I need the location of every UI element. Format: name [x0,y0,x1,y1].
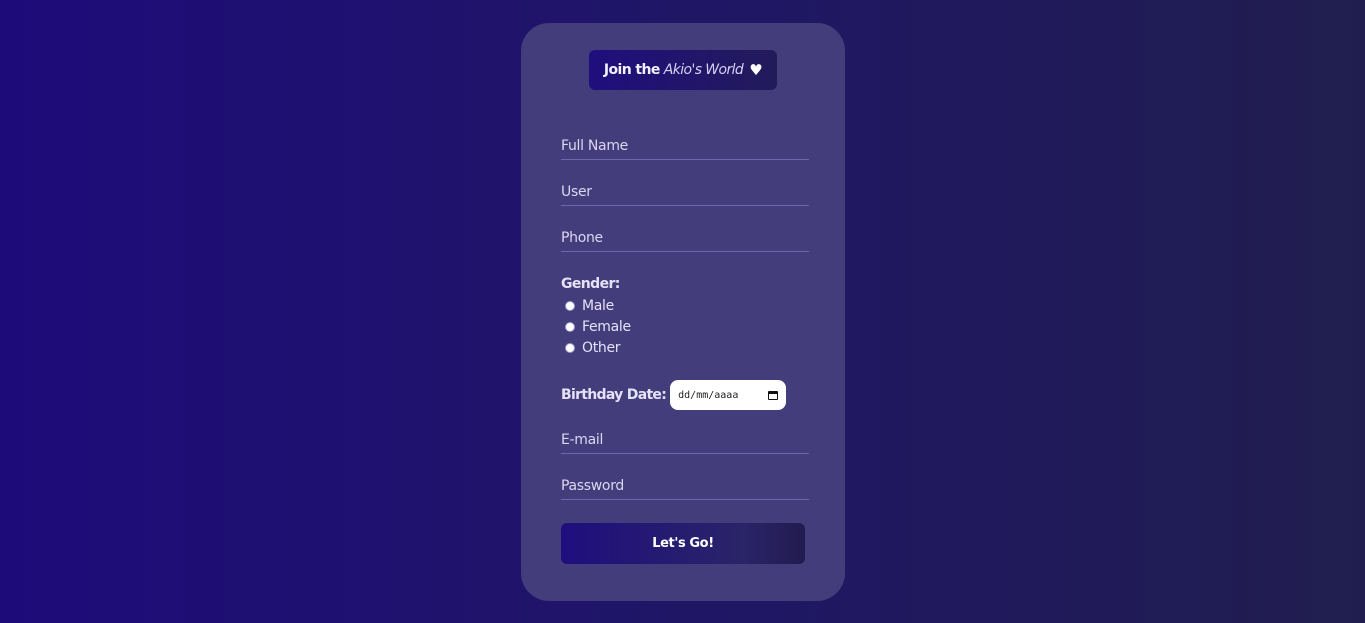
signup-card: Join the Akio's World ♥ Gender: Male Fem… [521,23,845,601]
full-name-field [561,135,809,160]
password-field [561,475,809,500]
submit-button[interactable]: Let's Go! [561,523,805,564]
gender-option-other[interactable]: Other [565,340,621,356]
phone-input[interactable] [561,227,809,249]
email-input[interactable] [561,429,809,451]
heart-icon: ♥ [749,61,763,79]
title-bold-text: Join the [603,62,660,78]
gender-option-female[interactable]: Female [565,319,631,335]
birthday-row: Birthday Date: dd/mm/aaaa [561,380,787,410]
user-input[interactable] [561,181,809,203]
gender-option-label: Other [582,340,621,356]
radio-female[interactable] [565,322,575,332]
title-italic-text: Akio's World [663,62,744,78]
email-field [561,429,809,454]
radio-male[interactable] [565,301,575,311]
gender-option-label: Female [582,319,631,335]
gender-option-label: Male [582,298,614,314]
gender-option-male[interactable]: Male [565,298,614,314]
birthday-date-input[interactable]: dd/mm/aaaa [670,380,787,410]
gender-label: Gender: [561,276,620,292]
page-title: Join the Akio's World ♥ [589,50,777,90]
calendar-icon[interactable] [768,390,779,400]
user-field [561,181,809,206]
radio-other[interactable] [565,343,575,353]
date-placeholder: dd/mm/aaaa [678,389,739,401]
password-input[interactable] [561,475,809,497]
birthday-label: Birthday Date: [561,387,667,403]
phone-field [561,227,809,252]
full-name-input[interactable] [561,135,809,157]
